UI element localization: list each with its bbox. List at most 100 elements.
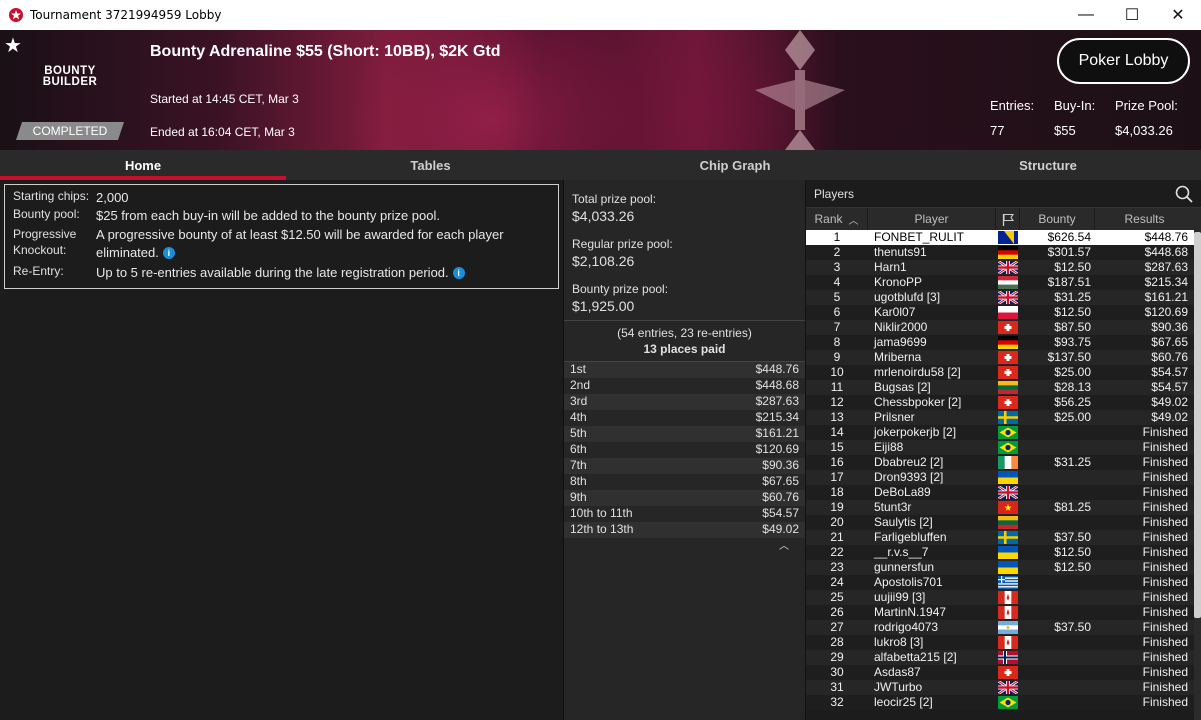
search-icon[interactable]: [1175, 185, 1193, 203]
tournament-title: Bounty Adrenaline $55 (Short: 10BB), $2K…: [150, 43, 501, 60]
country-flag-icon: [998, 411, 1018, 424]
tab-chip-graph[interactable]: Chip Graph: [575, 150, 895, 180]
player-row[interactable]: 3 Harn1 $12.50 $287.63: [806, 260, 1201, 275]
maximize-button[interactable]: ☐: [1109, 0, 1155, 30]
player-name: Eiji88: [874, 440, 904, 454]
player-row[interactable]: 13 Prilsner $25.00 $49.02: [806, 410, 1201, 425]
player-bounty: $12.50: [1054, 260, 1091, 274]
player-row[interactable]: 5 ugotblufd [3] $31.25 $161.21: [806, 290, 1201, 305]
player-name: Asdas87: [874, 665, 921, 679]
player-row[interactable]: 20 Saulytis [2] Finished: [806, 515, 1201, 530]
player-rank: 18: [830, 485, 844, 499]
player-row[interactable]: 27 rodrigo4073 $37.50 Finished: [806, 620, 1201, 635]
player-row[interactable]: 15 Eiji88 Finished: [806, 440, 1201, 455]
prize-label: Bounty prize pool:: [572, 282, 669, 296]
player-flag: [996, 380, 1020, 395]
player-row[interactable]: 18 DeBoLa89 Finished: [806, 485, 1201, 500]
player-row[interactable]: 32 leocir25 [2] Finished: [806, 695, 1201, 710]
payout-place: 1st: [570, 362, 587, 376]
prizepool-stat: Prize Pool: $4,033.26: [1115, 98, 1178, 138]
tab-structure[interactable]: Structure: [895, 150, 1201, 180]
player-name: Prilsner: [874, 410, 915, 424]
player-row[interactable]: 10 mrlenoirdu58 [2] $25.00 $54.57: [806, 365, 1201, 380]
player-rank: 21: [830, 530, 844, 544]
player-name: gunnersfun: [874, 560, 935, 574]
poker-lobby-button[interactable]: Poker Lobby: [1057, 38, 1190, 84]
player-row[interactable]: 22 __r.v.s__7 $12.50 Finished: [806, 545, 1201, 560]
info-value: Up to 5 re-entries available during the …: [96, 264, 465, 282]
status-badge: COMPLETED: [16, 122, 124, 140]
col-results[interactable]: Results: [1095, 208, 1194, 230]
player-row[interactable]: 17 Dron9393 [2] Finished: [806, 470, 1201, 485]
player-row[interactable]: 26 MartinN.1947 Finished: [806, 605, 1201, 620]
player-result: $287.63: [1144, 260, 1188, 274]
info-progressive-knockout: Progressive Knockout: A progressive boun…: [13, 226, 550, 264]
player-result: Finished: [1142, 440, 1188, 454]
payout-amount: $448.76: [755, 362, 799, 376]
buyin-value: $55: [1054, 123, 1076, 138]
country-flag-icon: [998, 591, 1018, 604]
col-player[interactable]: Player: [868, 208, 996, 230]
players-scroll-thumb[interactable]: [1194, 232, 1201, 618]
minimize-button[interactable]: —: [1063, 0, 1109, 30]
tab-home[interactable]: Home: [0, 150, 286, 180]
player-row[interactable]: 19 5tunt3r $81.25 Finished: [806, 500, 1201, 515]
player-row[interactable]: 30 Asdas87 Finished: [806, 665, 1201, 680]
player-flag: [996, 290, 1020, 305]
divider: [564, 320, 805, 321]
player-flag: [996, 335, 1020, 350]
player-row[interactable]: 9 Mriberna $137.50 $60.76: [806, 350, 1201, 365]
info-starting-chips: Starting chips: 2,000: [13, 189, 550, 207]
player-row[interactable]: 11 Bugsas [2] $28.13 $54.57: [806, 380, 1201, 395]
col-rank-label: Rank: [814, 212, 843, 226]
player-name: KronoPP: [874, 275, 923, 289]
player-flag: [996, 530, 1020, 545]
player-row[interactable]: 8 jama9699 $93.75 $67.65: [806, 335, 1201, 350]
sort-asc-icon: ︿: [848, 215, 859, 227]
favorite-star-icon[interactable]: ★: [4, 33, 22, 58]
player-row[interactable]: 7 Niklir2000 $87.50 $90.36: [806, 320, 1201, 335]
player-row[interactable]: 21 Farligebluffen $37.50 Finished: [806, 530, 1201, 545]
player-row[interactable]: 23 gunnersfun $12.50 Finished: [806, 560, 1201, 575]
payout-amount: $120.69: [755, 442, 799, 456]
player-row[interactable]: 2 thenuts91 $301.57 $448.68: [806, 245, 1201, 260]
info-value: 2,000: [96, 190, 129, 205]
payout-place: 9th: [570, 490, 587, 504]
player-row[interactable]: 16 Dbabreu2 [2] $31.25 Finished: [806, 455, 1201, 470]
country-flag-icon: [998, 531, 1018, 544]
info-icon[interactable]: i: [162, 247, 175, 259]
col-rank[interactable]: Rank ︿: [806, 208, 868, 230]
player-result: Finished: [1142, 650, 1188, 664]
player-bounty: $31.25: [1054, 290, 1091, 304]
info-icon[interactable]: i: [452, 267, 465, 279]
country-flag-icon: [998, 336, 1018, 349]
player-name: thenuts91: [874, 245, 927, 259]
chevron-up-icon[interactable]: ︿: [779, 537, 789, 552]
country-flag-icon: [998, 231, 1018, 244]
player-row[interactable]: 24 Apostolis701 Finished: [806, 575, 1201, 590]
payout-row: 4th $215.34: [564, 410, 805, 426]
player-name: Dbabreu2 [2]: [874, 455, 944, 469]
col-flag[interactable]: [996, 208, 1020, 230]
close-button[interactable]: ✕: [1155, 0, 1201, 30]
player-name: MartinN.1947: [874, 605, 947, 619]
player-row[interactable]: 28 lukro8 [3] Finished: [806, 635, 1201, 650]
player-name: 5tunt3r: [874, 500, 912, 514]
player-row[interactable]: 25 uujii99 [3] Finished: [806, 590, 1201, 605]
player-bounty: [1020, 425, 1095, 440]
player-rank: 30: [830, 665, 844, 679]
payout-row: 6th $120.69: [564, 442, 805, 458]
player-row[interactable]: 1 FONBET_RULIT $626.54 $448.76: [806, 230, 1201, 245]
country-flag-icon: [998, 291, 1018, 304]
payout-amount: $60.76: [762, 490, 799, 504]
player-row[interactable]: 29 alfabetta215 [2] Finished: [806, 650, 1201, 665]
player-row[interactable]: 31 JWTurbo Finished: [806, 680, 1201, 695]
country-flag-icon: [998, 621, 1018, 634]
player-flag: [996, 440, 1020, 455]
player-row[interactable]: 4 KronoPP $187.51 $215.34: [806, 275, 1201, 290]
player-row[interactable]: 6 Kar0l07 $12.50 $120.69: [806, 305, 1201, 320]
player-row[interactable]: 14 jokerpokerjb [2] Finished: [806, 425, 1201, 440]
tab-tables[interactable]: Tables: [286, 150, 575, 180]
col-bounty[interactable]: Bounty: [1020, 208, 1095, 230]
player-row[interactable]: 12 Chessbpoker [2] $56.25 $49.02: [806, 395, 1201, 410]
